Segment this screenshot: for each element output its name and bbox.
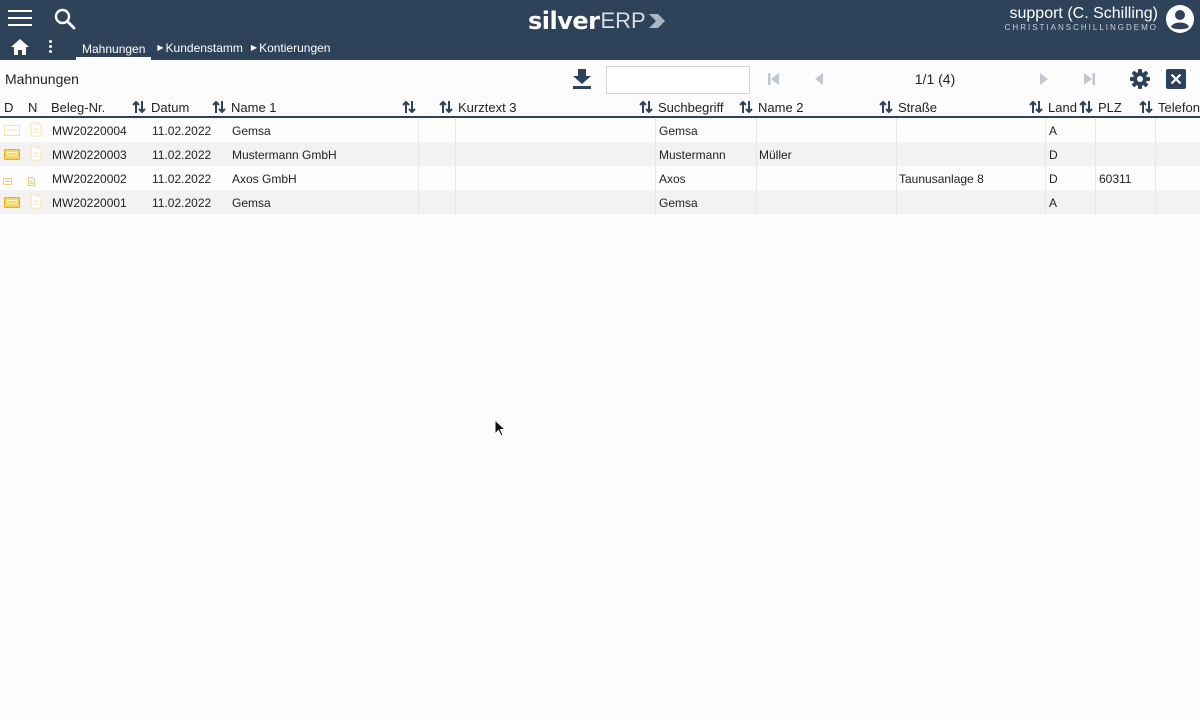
data-grid: D N Beleg-Nr. Datum Name 1 Kurztext 3 Su… — [0, 98, 1200, 214]
tab-kundenstamm[interactable]: ▶ Kundenstamm — [151, 38, 249, 60]
tab-label: Mahnungen — [82, 42, 146, 56]
sort-icon[interactable] — [212, 100, 226, 114]
cell-beleg-nr: MW20220003 — [52, 148, 127, 162]
cell-suchbegriff: Gemsa — [659, 124, 698, 138]
search-input[interactable] — [606, 66, 750, 94]
tab-label: Kundenstamm — [165, 41, 243, 55]
cell-suchbegriff: Gemsa — [659, 196, 698, 210]
download-icon[interactable] — [572, 68, 592, 90]
column-header-plz[interactable]: PLZ — [1098, 100, 1122, 115]
sort-icon[interactable] — [879, 100, 893, 114]
sort-icon[interactable] — [132, 100, 146, 114]
mouse-cursor-icon — [494, 419, 506, 437]
column-header-telefon[interactable]: Telefon — [1158, 100, 1200, 115]
column-header-strasse[interactable]: Straße — [898, 100, 937, 115]
cell-suchbegriff: Mustermann — [659, 148, 726, 162]
cell-name-1: Mustermann GmbH — [232, 148, 337, 162]
sort-icon[interactable] — [402, 100, 416, 114]
sort-icon[interactable] — [1139, 100, 1153, 114]
gear-icon[interactable] — [1130, 69, 1150, 89]
cell-land: A — [1049, 196, 1058, 210]
cell-land: D — [1049, 148, 1058, 162]
tab-label: Kontierungen — [259, 41, 331, 55]
app-logo: silver ERP — [528, 6, 666, 36]
menu-icon[interactable] — [8, 10, 32, 28]
user-company: CHRISTIANSCHILLINGDEMO — [1004, 23, 1158, 32]
document-icon[interactable] — [30, 146, 42, 161]
table-row[interactable]: MW20220002 11.02.2022 Axos GmbH Axos Tau… — [0, 166, 1200, 190]
search-icon[interactable] — [53, 7, 77, 31]
tab-kontierungen[interactable]: ▶ Kontierungen — [249, 38, 337, 60]
page-title: Mahnungen — [5, 71, 79, 87]
column-header-beleg-nr[interactable]: Beleg-Nr. — [51, 100, 105, 115]
sort-icon[interactable] — [1029, 100, 1043, 114]
close-icon[interactable] — [1166, 69, 1186, 89]
prev-page-icon[interactable] — [814, 72, 824, 86]
column-header-suchbegriff[interactable]: Suchbegriff — [658, 100, 724, 115]
cell-land: A — [1049, 124, 1058, 138]
next-page-icon[interactable] — [1039, 72, 1049, 86]
sort-icon[interactable] — [639, 100, 653, 114]
cell-beleg-nr: MW20220001 — [52, 196, 127, 210]
table-row[interactable]: MW20220004 11.02.2022 Gemsa Gemsa A — [0, 118, 1200, 142]
column-header-n[interactable]: N — [28, 100, 37, 115]
cell-datum: 11.02.2022 — [152, 196, 212, 210]
cell-name-1: Axos GmbH — [232, 172, 297, 186]
folder-icon[interactable] — [3, 178, 12, 185]
logo-secondary: ERP — [600, 8, 646, 33]
logo-primary: silver — [528, 7, 600, 35]
grid-header: D N Beleg-Nr. Datum Name 1 Kurztext 3 Su… — [0, 98, 1200, 118]
sort-icon[interactable] — [1079, 100, 1093, 114]
top-bar: silver ERP support (C. Schilling) CHRIST… — [0, 0, 1200, 60]
column-header-d[interactable]: D — [4, 100, 13, 115]
cell-beleg-nr: MW20220002 — [52, 172, 127, 186]
cell-name-1: Gemsa — [232, 196, 271, 210]
toolbar: Mahnungen 1/1 (4) — [0, 60, 1200, 98]
column-header-land[interactable]: Land — [1048, 100, 1077, 115]
document-icon[interactable] — [30, 122, 42, 137]
column-header-name-1[interactable]: Name 1 — [231, 100, 277, 115]
folder-icon[interactable] — [4, 196, 20, 208]
user-avatar-icon[interactable] — [1165, 4, 1195, 34]
close-x-glyph — [1170, 73, 1182, 85]
cell-strasse: Taunusanlage 8 — [899, 172, 984, 186]
logo-chevron-icon — [648, 14, 665, 28]
cell-name-2: Müller — [759, 148, 792, 162]
cell-suchbegriff: Axos — [659, 172, 686, 186]
table-row[interactable]: MW20220001 11.02.2022 Gemsa Gemsa A — [0, 190, 1200, 214]
folder-icon[interactable] — [4, 148, 20, 160]
user-info[interactable]: support (C. Schilling) CHRISTIANSCHILLIN… — [1005, 5, 1158, 33]
cell-datum: 11.02.2022 — [152, 148, 212, 162]
tab-arrow-icon: ▶ — [157, 43, 164, 52]
first-page-icon[interactable] — [768, 72, 780, 86]
column-header-kurztext-3[interactable]: Kurztext 3 — [458, 100, 517, 115]
pager-status: 1/1 (4) — [914, 71, 956, 87]
column-header-datum[interactable]: Datum — [151, 100, 189, 115]
cell-beleg-nr: MW20220004 — [52, 124, 127, 138]
document-icon[interactable] — [30, 194, 42, 209]
cell-datum: 11.02.2022 — [152, 172, 212, 186]
column-header-name-2[interactable]: Name 2 — [758, 100, 804, 115]
cell-name-1: Gemsa — [232, 124, 271, 138]
tab-arrow-icon: ▶ — [250, 43, 258, 52]
cell-plz: 60311 — [1099, 172, 1132, 186]
table-row[interactable]: MW20220003 11.02.2022 Mustermann GmbH Mu… — [0, 142, 1200, 166]
last-page-icon[interactable] — [1083, 72, 1095, 86]
cell-land: D — [1049, 172, 1058, 186]
cell-datum: 11.02.2022 — [152, 124, 212, 138]
sort-icon[interactable] — [739, 100, 753, 114]
document-icon[interactable] — [28, 177, 35, 186]
tab-mahnungen[interactable]: Mahnungen — [76, 38, 152, 60]
folder-icon[interactable] — [4, 124, 20, 136]
home-icon[interactable] — [10, 38, 30, 56]
tab-bar: Mahnungen ▶ Kundenstamm ▶ Kontierungen — [76, 38, 336, 60]
sort-icon[interactable] — [439, 100, 453, 114]
user-name: support (C. Schilling) — [1009, 5, 1159, 22]
more-vert-icon[interactable] — [49, 40, 53, 55]
